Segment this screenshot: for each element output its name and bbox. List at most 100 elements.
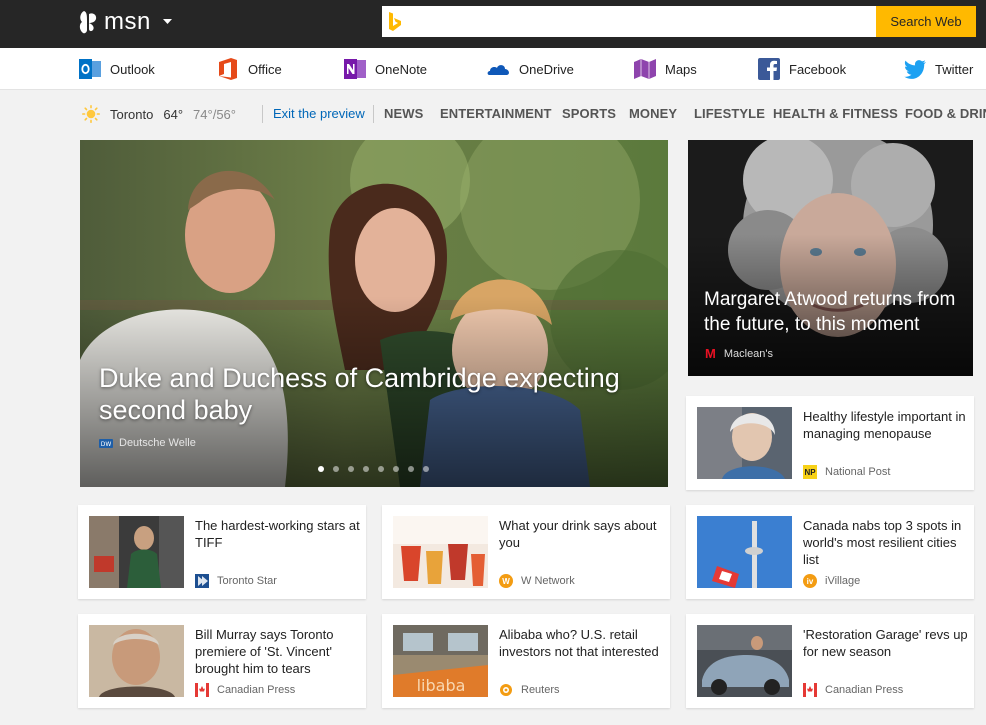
butterfly-icon (79, 11, 97, 34)
carousel-dot[interactable] (423, 466, 429, 472)
twitter-icon (904, 60, 926, 79)
hero-story[interactable]: Duke and Duchess of Cambridge expecting … (80, 140, 668, 487)
feature-story[interactable]: Margaret Atwood returns from the future,… (688, 140, 973, 376)
service-onedrive[interactable]: OneDrive (487, 57, 574, 81)
service-outlook[interactable]: Outlook (78, 57, 155, 81)
service-maps[interactable]: Maps (633, 57, 697, 81)
card-source: Reuters (499, 683, 560, 697)
card-title[interactable]: Alibaba who? U.S. retail investors not t… (499, 626, 669, 660)
svg-text:libaba: libaba (417, 676, 466, 695)
nav-health-fitness[interactable]: HEALTH & FITNESS (773, 106, 898, 121)
carousel-indicators (318, 466, 438, 472)
nav-sports[interactable]: SPORTS (562, 106, 616, 121)
service-office[interactable]: Office (216, 57, 282, 81)
card-thumbnail (697, 516, 792, 588)
brand-name: msn (104, 8, 151, 35)
reuters-icon (500, 684, 512, 696)
exit-preview-link[interactable]: Exit the preview (273, 106, 365, 121)
carousel-dot[interactable] (408, 466, 414, 472)
card-title[interactable]: Canada nabs top 3 spots in world's most … (803, 517, 973, 568)
weather-temperature: 64° (163, 106, 184, 122)
news-card[interactable]: What your drink says about you W W Netwo… (382, 505, 670, 599)
card-source-name: National Post (825, 466, 891, 478)
feature-title[interactable]: Margaret Atwood returns from the future,… (704, 287, 964, 337)
card-source-name: W Network (521, 575, 575, 587)
deutsche-welle-icon: DW (99, 438, 113, 448)
divider (262, 105, 263, 123)
card-source-name: Toronto Star (217, 575, 277, 587)
nav-lifestyle[interactable]: LIFESTYLE (694, 106, 765, 121)
services-bar: Outlook Office OneNote OneDrive Maps Fac… (0, 48, 986, 90)
card-source-name: Canadian Press (825, 684, 904, 696)
canadian-press-icon (195, 683, 209, 697)
card-source: Canadian Press (803, 683, 903, 697)
hero-source-name: Deutsche Welle (119, 437, 196, 449)
toronto-star-icon (195, 574, 209, 588)
card-title[interactable]: Bill Murray says Toronto premiere of 'St… (195, 626, 365, 677)
hero-source: DW Deutsche Welle (99, 437, 196, 449)
service-label: OneNote (375, 61, 428, 77)
service-onenote[interactable]: OneNote (343, 57, 427, 81)
search-web-button[interactable]: Search Web (876, 6, 976, 37)
carousel-dot[interactable] (318, 466, 324, 472)
facebook-icon (758, 58, 780, 80)
bing-icon (389, 11, 401, 31)
nav-news[interactable]: NEWS (384, 106, 423, 121)
card-title[interactable]: What your drink says about you (499, 517, 669, 551)
onedrive-icon (487, 65, 509, 75)
search-input[interactable] (410, 6, 876, 37)
card-source-name: Canadian Press (217, 684, 296, 696)
carousel-dot[interactable] (378, 466, 384, 472)
search-bar: Search Web (382, 6, 976, 37)
news-card[interactable]: The hardest-working stars at TIFF Toront… (78, 505, 366, 599)
search-box (382, 6, 876, 37)
weather-city: Toronto (110, 106, 154, 122)
service-label: Outlook (110, 61, 155, 77)
divider (373, 105, 374, 123)
navigation-bar: Toronto 64° 74°/56° Exit the preview NEW… (0, 96, 986, 132)
macleans-icon: M (705, 346, 716, 361)
national-post-icon: NP (803, 465, 817, 479)
card-thumbnail (697, 407, 792, 479)
card-source: Toronto Star (195, 574, 277, 588)
feature-source-name: Maclean's (723, 347, 774, 360)
card-thumbnail (393, 516, 488, 588)
hero-image (80, 140, 668, 487)
card-title[interactable]: The hardest-working stars at TIFF (195, 517, 365, 551)
carousel-dot[interactable] (348, 466, 354, 472)
nav-food-drink[interactable]: FOOD & DRINK (905, 106, 986, 121)
carousel-dot[interactable] (363, 466, 369, 472)
feature-source: M Maclean's (705, 346, 773, 361)
service-label: Facebook (789, 61, 847, 77)
feature-image (688, 140, 973, 376)
msn-logo-menu[interactable]: msn (78, 8, 172, 36)
nav-entertainment[interactable]: ENTERTAINMENT (440, 106, 552, 121)
card-source: NP National Post (803, 465, 890, 479)
hero-title[interactable]: Duke and Duchess of Cambridge expecting … (99, 362, 639, 426)
card-source: iv iVillage (803, 574, 860, 588)
card-source-name: Reuters (521, 684, 560, 696)
carousel-dot[interactable] (333, 466, 339, 472)
weather-high-low: 74°/56° (193, 106, 236, 122)
ivillage-icon: iv (803, 574, 817, 588)
card-source-name: iVillage (825, 575, 861, 587)
service-label: Twitter (935, 61, 974, 77)
svg-text:DW: DW (101, 441, 112, 448)
card-source: Canadian Press (195, 683, 295, 697)
card-title[interactable]: 'Restoration Garage' revs up for new sea… (803, 626, 973, 660)
service-twitter[interactable]: Twitter (903, 57, 973, 81)
nav-money[interactable]: MONEY (629, 106, 677, 121)
news-card[interactable]: Bill Murray says Toronto premiere of 'St… (78, 614, 366, 708)
service-facebook[interactable]: Facebook (757, 57, 846, 81)
sun-icon (82, 105, 100, 123)
carousel-dot[interactable] (393, 466, 399, 472)
card-title[interactable]: Healthy lifestyle important in managing … (803, 408, 973, 442)
maps-icon (634, 59, 656, 79)
news-card[interactable]: Healthy lifestyle important in managing … (686, 396, 974, 490)
canadian-press-icon (803, 683, 817, 697)
news-card[interactable]: libaba Alibaba who? U.S. retail investor… (382, 614, 670, 708)
weather-widget[interactable]: Toronto 64° 74°/56° (82, 104, 236, 124)
news-card[interactable]: Canada nabs top 3 spots in world's most … (686, 505, 974, 599)
news-card[interactable]: 'Restoration Garage' revs up for new sea… (686, 614, 974, 708)
office-icon (219, 58, 237, 80)
